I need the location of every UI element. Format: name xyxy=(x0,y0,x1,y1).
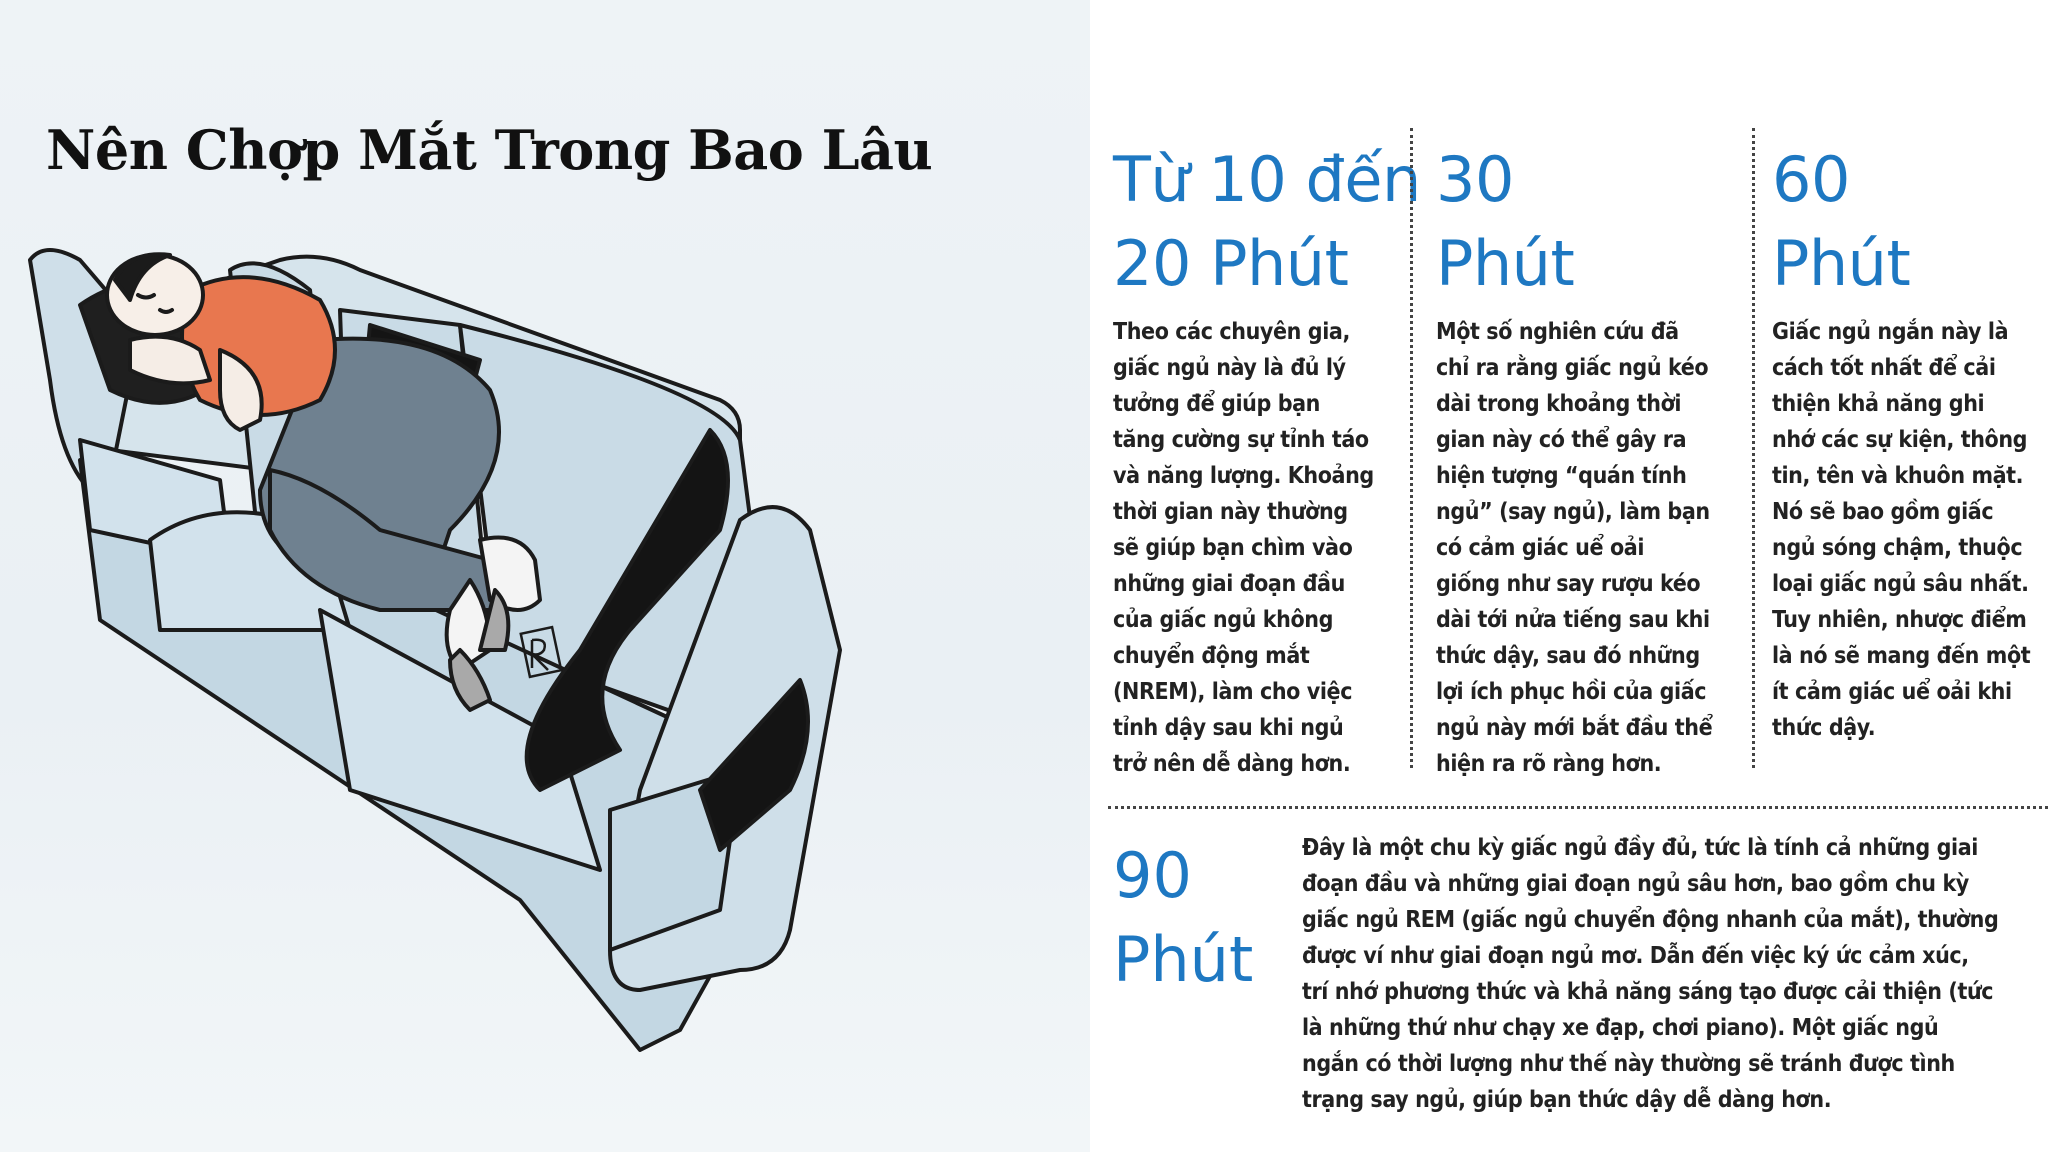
nap-30-description: Một số nghiên cứu đã chỉ ra rằng giấc ng… xyxy=(1436,319,1713,777)
nap-60-heading: 60 Phút xyxy=(1772,143,1911,300)
nap-90-heading: 90 Phút xyxy=(1113,839,1254,996)
nap-10-20-description: Theo các chuyên gia, giấc ngủ này là đủ … xyxy=(1113,319,1374,777)
column-divider xyxy=(1752,128,1755,768)
nap-60-section: 60 Phút Giấc ngủ ngắn này là cách tốt nh… xyxy=(1772,138,2042,746)
sleeping-person-on-sofa-illustration xyxy=(28,248,842,1052)
nap-10-20-heading: Từ 10 đến 20 Phút xyxy=(1113,143,1421,300)
column-divider xyxy=(1410,128,1413,768)
illustration-panel: Nên Chợp Mắt Trong Bao Lâu xyxy=(0,0,1090,1152)
nap-30-section: 30 Phút Một số nghiên cứu đã chỉ ra rằng… xyxy=(1436,138,1736,782)
nap-30-heading: 30 Phút xyxy=(1436,143,1575,300)
nap-90-description: Đây là một chu kỳ giấc ngủ đầy đủ, tức l… xyxy=(1302,835,1999,1113)
row-divider xyxy=(1108,806,2048,809)
nap-10-20-section: Từ 10 đến 20 Phút Theo các chuyên gia, g… xyxy=(1113,138,1431,782)
page-title: Nên Chợp Mắt Trong Bao Lâu xyxy=(46,118,933,182)
nap-60-description: Giấc ngủ ngắn này là cách tốt nhất để cả… xyxy=(1772,319,2031,741)
